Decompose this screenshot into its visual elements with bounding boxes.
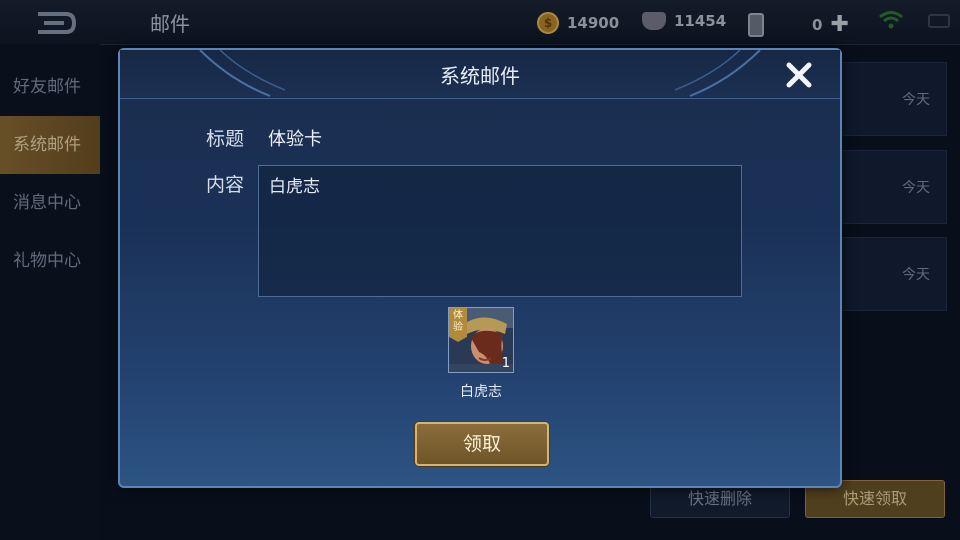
content-label: 内容 <box>206 174 245 196</box>
subject-label: 标题 <box>206 128 245 150</box>
claim-button[interactable]: 领取 <box>415 422 549 466</box>
item-count: 1 <box>501 356 510 371</box>
item-name: 白虎志 <box>460 384 502 400</box>
dialog-title: 系统邮件 <box>440 64 520 88</box>
system-mail-dialog: 系统邮件 标题 体验卡 内容 白虎志 体验 1 白虎志 领取 <box>118 48 842 488</box>
reward-item-slot[interactable]: 体验 1 <box>448 307 514 373</box>
content-box: 白虎志 <box>258 165 742 297</box>
trial-badge: 体验 <box>449 308 467 342</box>
subject-value: 体验卡 <box>268 129 322 150</box>
dialog-header: 系统邮件 <box>120 50 840 99</box>
content-text: 白虎志 <box>269 177 320 197</box>
close-icon[interactable] <box>784 60 814 90</box>
